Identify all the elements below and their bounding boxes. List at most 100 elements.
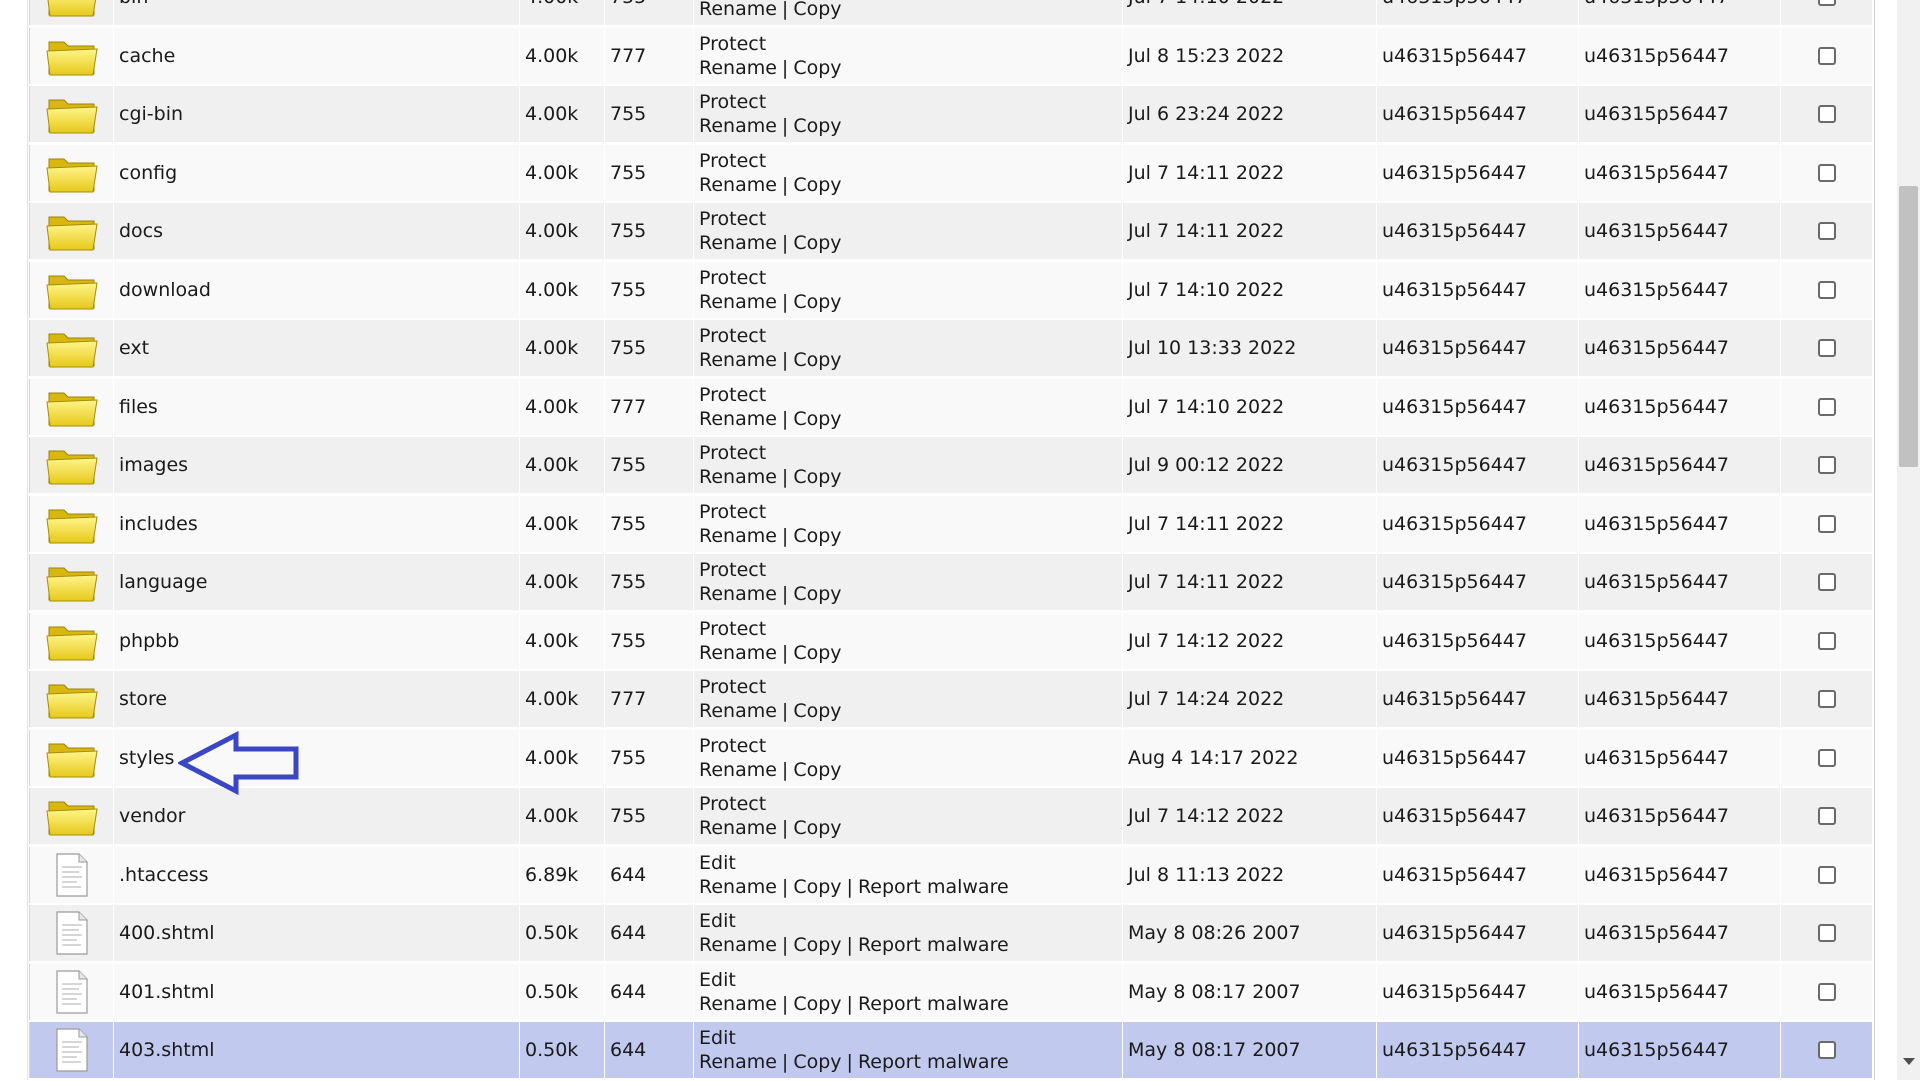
file-name-link[interactable]: .htaccess [119, 864, 209, 886]
row-select-checkbox[interactable] [1818, 46, 1836, 65]
permissions-cell[interactable]: 644 [604, 963, 693, 1020]
file-name-link[interactable]: bin [119, 0, 148, 8]
rename-link[interactable]: Rename [699, 993, 777, 1015]
copy-link[interactable]: Copy [793, 583, 841, 605]
file-name-link[interactable]: store [119, 688, 167, 710]
permissions-cell[interactable]: 755 [604, 0, 693, 25]
copy-link[interactable]: Copy [793, 408, 841, 430]
table-row[interactable]: 401.shtml 0.50k 644 Edit Rename | Copy | Report … [29, 963, 1872, 1020]
rename-link[interactable]: Rename [699, 700, 777, 722]
edit-link[interactable]: Edit [699, 1027, 736, 1049]
table-row[interactable]: cache 4.00k 777 Protect Rename | Copy Jul 8 15:… [29, 27, 1872, 84]
protect-link[interactable]: Protect [699, 618, 766, 640]
row-select-checkbox[interactable] [1818, 807, 1836, 825]
protect-link[interactable]: Protect [699, 325, 766, 347]
report-malware-link[interactable]: Report malware [858, 1051, 1009, 1073]
file-name-link[interactable]: 403.shtml [119, 1039, 214, 1061]
copy-link[interactable]: Copy [793, 876, 841, 898]
rename-link[interactable]: Rename [699, 0, 777, 20]
permissions-cell[interactable]: 777 [604, 671, 693, 727]
file-icon[interactable] [55, 911, 89, 955]
rename-link[interactable]: Rename [699, 57, 777, 79]
row-select-checkbox[interactable] [1818, 397, 1836, 416]
rename-link[interactable]: Rename [699, 466, 777, 488]
permissions-cell[interactable]: 644 [604, 846, 693, 903]
permissions-cell[interactable]: 755 [604, 495, 693, 552]
permissions-cell[interactable]: 644 [604, 905, 693, 961]
protect-link[interactable]: Protect [699, 384, 766, 406]
row-select-checkbox[interactable] [1818, 865, 1836, 884]
file-name-link[interactable]: images [119, 454, 188, 476]
file-name-link[interactable]: download [119, 279, 211, 301]
row-select-checkbox[interactable] [1818, 163, 1836, 182]
file-name-link[interactable]: language [119, 571, 207, 593]
file-name-link[interactable]: phpbb [119, 630, 179, 652]
table-row[interactable]: files 4.00k 777 Protect Rename | Copy Jul 7 14:… [29, 378, 1872, 435]
folder-icon[interactable] [45, 736, 98, 780]
folder-icon[interactable] [45, 268, 98, 312]
report-malware-link[interactable]: Report malware [858, 876, 1009, 898]
copy-link[interactable]: Copy [793, 817, 841, 839]
folder-icon[interactable] [45, 209, 98, 253]
rename-link[interactable]: Rename [699, 817, 777, 839]
file-icon[interactable] [55, 1028, 89, 1072]
row-select-checkbox[interactable] [1818, 280, 1836, 299]
folder-icon[interactable] [45, 794, 98, 838]
protect-link[interactable]: Protect [699, 208, 766, 230]
scrollbar-thumb[interactable] [1899, 186, 1918, 467]
protect-link[interactable]: Protect [699, 267, 766, 289]
file-name-link[interactable]: styles [119, 747, 174, 769]
rename-link[interactable]: Rename [699, 876, 777, 898]
file-name-link[interactable]: files [119, 396, 158, 418]
copy-link[interactable]: Copy [793, 57, 841, 79]
protect-link[interactable]: Protect [699, 150, 766, 172]
row-select-checkbox[interactable] [1818, 690, 1836, 708]
rename-link[interactable]: Rename [699, 583, 777, 605]
row-select-checkbox[interactable] [1818, 105, 1836, 123]
rename-link[interactable]: Rename [699, 349, 777, 371]
permissions-cell[interactable]: 755 [604, 86, 693, 142]
folder-icon[interactable] [45, 502, 98, 546]
folder-icon[interactable] [45, 151, 98, 195]
permissions-cell[interactable]: 755 [604, 437, 693, 493]
table-row[interactable]: bin 4.00k755ProtectRename|CopyJul 7 14:10… [29, 0, 1872, 25]
table-row[interactable]: styles 4.00k 755 Protect Rename | Copy Aug 4 14… [29, 729, 1872, 786]
table-row[interactable]: .htaccess 6.89k 644 Edit Rename | Copy | Report … [29, 846, 1872, 903]
copy-link[interactable]: Copy [793, 232, 841, 254]
edit-link[interactable]: Edit [699, 969, 736, 991]
copy-link[interactable]: Copy [793, 174, 841, 196]
rename-link[interactable]: Rename [699, 934, 777, 956]
permissions-cell[interactable]: 755 [604, 203, 693, 259]
folder-icon[interactable] [45, 385, 98, 429]
rename-link[interactable]: Rename [699, 525, 777, 547]
protect-link[interactable]: Protect [699, 676, 766, 698]
table-row[interactable]: docs 4.00k 755 Protect Rename | Copy Jul 7 14:1… [29, 203, 1872, 259]
protect-link[interactable]: Protect [699, 501, 766, 523]
file-name-link[interactable]: cache [119, 45, 175, 67]
permissions-cell[interactable]: 755 [604, 320, 693, 376]
file-name-link[interactable]: includes [119, 513, 198, 535]
row-select-checkbox[interactable] [1818, 222, 1836, 240]
table-row[interactable]: includes 4.00k 755 Protect Rename | Copy Jul 7 … [29, 495, 1872, 552]
copy-link[interactable]: Copy [793, 934, 841, 956]
protect-link[interactable]: Protect [699, 33, 766, 55]
edit-link[interactable]: Edit [699, 910, 736, 932]
copy-link[interactable]: Copy [793, 349, 841, 371]
folder-icon[interactable] [45, 92, 98, 136]
file-name-link[interactable]: config [119, 162, 177, 184]
protect-link[interactable]: Protect [699, 91, 766, 113]
table-row[interactable]: ext 4.00k 755 Protect Rename | Copy Jul 10 13:3… [29, 320, 1872, 376]
table-row[interactable]: language 4.00k 755 Protect Rename | Copy Jul 7 … [29, 554, 1872, 610]
protect-link[interactable]: Protect [699, 793, 766, 815]
table-row[interactable]: images 4.00k 755 Protect Rename | Copy Jul 9 00… [29, 437, 1872, 493]
permissions-cell[interactable]: 755 [604, 788, 693, 844]
rename-link[interactable]: Rename [699, 642, 777, 664]
row-select-checkbox[interactable] [1818, 982, 1836, 1001]
folder-icon[interactable] [45, 34, 98, 78]
row-select-checkbox[interactable] [1818, 339, 1836, 357]
rename-link[interactable]: Rename [699, 174, 777, 196]
permissions-cell[interactable]: 755 [604, 144, 693, 201]
folder-icon[interactable] [46, 0, 98, 19]
file-icon[interactable] [55, 852, 89, 897]
permissions-cell[interactable]: 755 [604, 612, 693, 669]
